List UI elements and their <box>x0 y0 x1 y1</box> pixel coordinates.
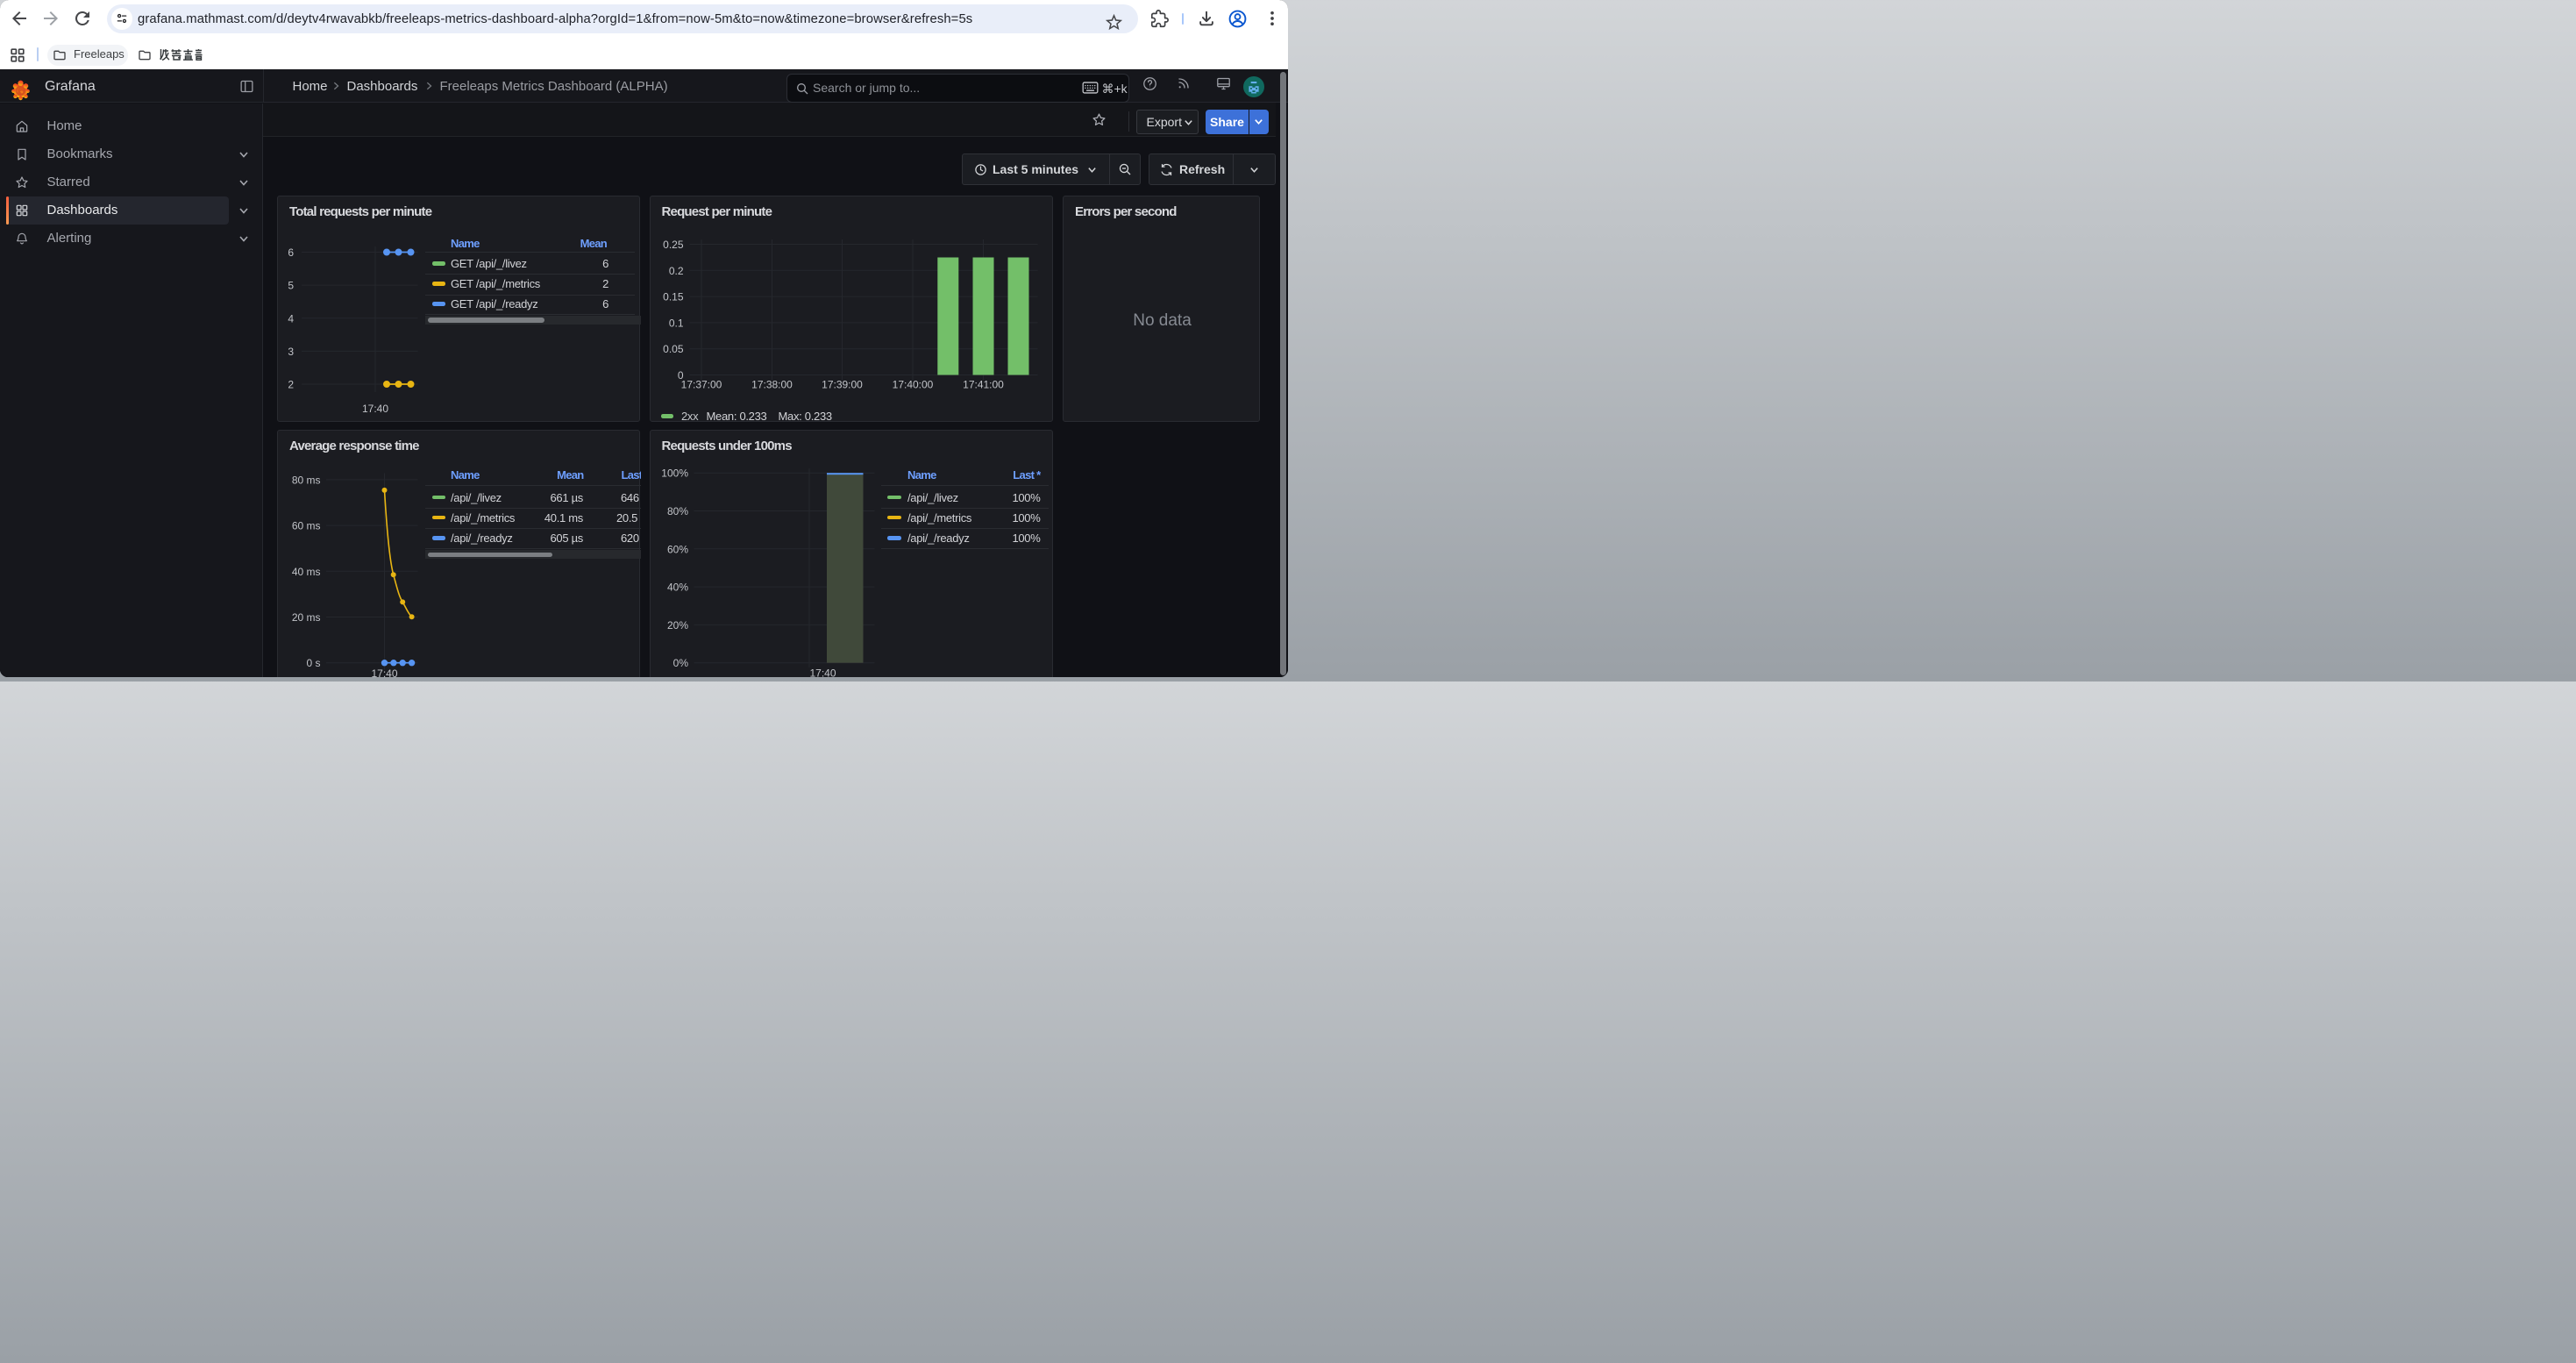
svg-text:6: 6 <box>288 246 294 259</box>
svg-text:17:40:00: 17:40:00 <box>892 379 933 391</box>
svg-text:60 ms: 60 ms <box>292 519 321 532</box>
svg-text:2: 2 <box>288 379 294 391</box>
svg-text:20%: 20% <box>666 618 687 631</box>
svg-text:17:39:00: 17:39:00 <box>822 379 863 391</box>
svg-text:17:38:00: 17:38:00 <box>751 379 793 391</box>
svg-text:17:37:00: 17:37:00 <box>680 379 722 391</box>
svg-text:60%: 60% <box>666 543 687 555</box>
svg-text:0.2: 0.2 <box>668 265 683 277</box>
svg-text:17:41:00: 17:41:00 <box>963 379 1004 391</box>
svg-text:17:40: 17:40 <box>371 667 397 678</box>
svg-text:80 ms: 80 ms <box>292 474 321 486</box>
svg-text:40%: 40% <box>666 581 687 593</box>
svg-text:17:40: 17:40 <box>809 667 836 677</box>
svg-text:3: 3 <box>288 346 294 358</box>
svg-text:0%: 0% <box>672 657 688 669</box>
svg-text:80%: 80% <box>666 505 687 517</box>
svg-text:100%: 100% <box>661 467 688 479</box>
svg-text:5: 5 <box>288 280 294 292</box>
svg-text:4: 4 <box>288 312 294 325</box>
svg-text:0.25: 0.25 <box>663 239 684 251</box>
svg-text:0.15: 0.15 <box>663 291 684 303</box>
svg-text:20 ms: 20 ms <box>292 611 321 624</box>
svg-text:0 s: 0 s <box>306 657 320 669</box>
svg-text:17:40: 17:40 <box>362 403 388 415</box>
svg-text:40 ms: 40 ms <box>292 565 321 577</box>
svg-text:0.05: 0.05 <box>663 343 684 355</box>
svg-text:0.1: 0.1 <box>668 317 683 329</box>
